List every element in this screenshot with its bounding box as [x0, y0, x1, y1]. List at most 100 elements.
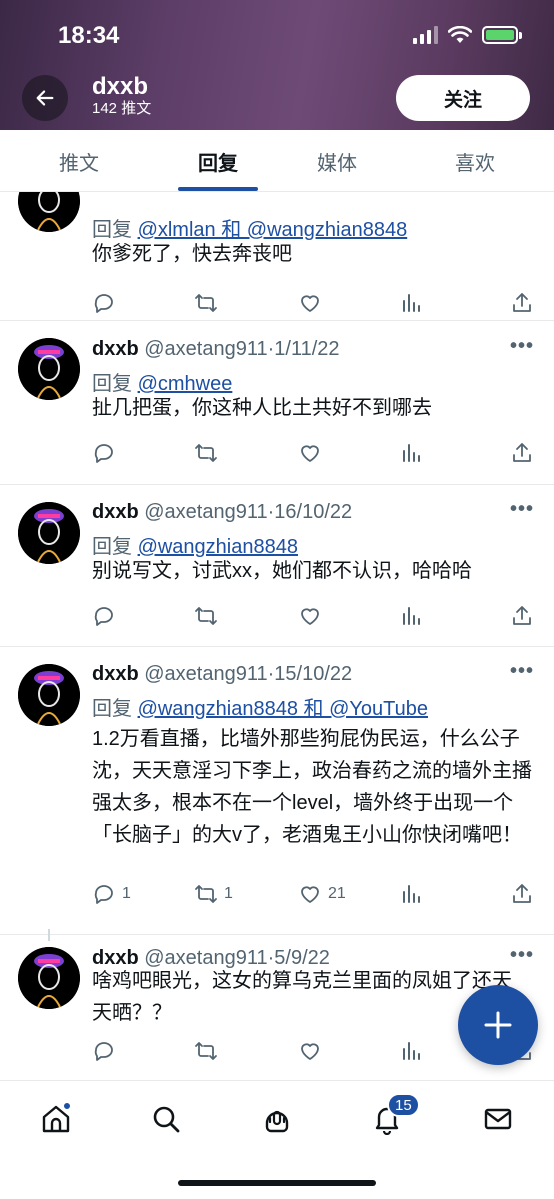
tweet-text: 别说写文，讨武xx，她们都不认识，哈哈哈	[92, 560, 472, 582]
reply-to-link[interactable]: @wangzhian8848 和 @YouTube	[138, 698, 428, 720]
plus-icon	[484, 1011, 512, 1039]
retweet-button[interactable]	[194, 1036, 224, 1066]
tab-likes[interactable]: 喜欢	[396, 130, 554, 192]
share-button[interactable]	[510, 879, 534, 909]
back-button[interactable]	[22, 75, 68, 121]
reply-button[interactable]: 1	[92, 879, 131, 909]
tweet-feed[interactable]: 回复 @xlmlan 和 @wangzhian8848 你爹死了，快去奔丧吧 d…	[0, 192, 554, 1080]
views-button[interactable]	[400, 1036, 424, 1066]
views-icon	[403, 294, 420, 312]
views-button[interactable]	[400, 879, 424, 909]
views-icon	[403, 607, 420, 625]
like-button[interactable]: 21	[298, 879, 346, 909]
views-button[interactable]	[400, 288, 424, 318]
retweet-button[interactable]	[194, 601, 224, 631]
follow-button[interactable]: 关注	[396, 75, 530, 121]
author-handle[interactable]: @axetang911	[144, 501, 267, 523]
tweet[interactable]: dxxb @axetang911·15/10/22 ••• 回复 @wangzh…	[0, 647, 554, 935]
retweet-count: 1	[224, 885, 233, 902]
author-name[interactable]: dxxb	[92, 663, 139, 685]
reply-button[interactable]	[92, 1036, 122, 1066]
retweet-button[interactable]	[194, 438, 224, 468]
status-icons	[413, 26, 522, 44]
avatar[interactable]	[18, 192, 80, 232]
share-button[interactable]	[510, 438, 534, 468]
home-indicator	[178, 1180, 376, 1186]
home-badge-dot	[62, 1101, 72, 1111]
avatar[interactable]	[18, 338, 80, 400]
more-options-icon[interactable]: •••	[510, 660, 534, 683]
like-button[interactable]	[298, 1036, 328, 1066]
reply-button[interactable]	[92, 601, 122, 631]
reply-icon	[94, 885, 113, 904]
more-options-icon[interactable]: •••	[510, 498, 534, 521]
like-button[interactable]	[298, 438, 328, 468]
retweet-button[interactable]	[194, 288, 224, 318]
reply-icon	[94, 1042, 113, 1061]
reply-icon	[94, 294, 113, 313]
reply-button[interactable]	[92, 438, 122, 468]
nav-home[interactable]	[36, 1099, 76, 1139]
avatar[interactable]	[18, 502, 80, 564]
views-icon	[403, 1042, 420, 1060]
active-tab-indicator	[178, 187, 258, 191]
compose-button[interactable]	[458, 985, 538, 1065]
search-icon	[153, 1106, 180, 1133]
posts-count: 142 推文	[92, 100, 152, 117]
heart-icon	[301, 608, 319, 625]
author-name[interactable]: dxxb	[92, 338, 139, 360]
more-options-icon[interactable]: •••	[510, 335, 534, 358]
nav-search[interactable]	[146, 1099, 186, 1139]
reply-icon	[94, 607, 113, 626]
tweet-header: dxxb @axetang911·16/10/22	[92, 501, 353, 523]
views-button[interactable]	[400, 438, 424, 468]
tweet-actions	[92, 601, 542, 631]
tweet-text: 啥鸡吧眼光，这女的算乌克兰里面的凤姐了还天天晒？？	[92, 970, 512, 1024]
retweet-icon	[195, 885, 217, 903]
thread-line	[48, 929, 50, 941]
avatar[interactable]	[18, 664, 80, 726]
signal-icon	[413, 26, 438, 44]
retweet-icon	[195, 444, 217, 462]
tab-media[interactable]: 媒体	[278, 130, 396, 192]
nav-notifications[interactable]: 15	[367, 1093, 420, 1139]
reply-to: 回复 @wangzhian8848 和 @YouTube	[92, 698, 428, 720]
tweet-header: dxxb @axetang911·1/11/22	[92, 338, 340, 360]
profile-tabs: 推文 回复 媒体 喜欢	[0, 130, 554, 192]
views-button[interactable]	[400, 601, 424, 631]
share-button[interactable]	[510, 288, 534, 318]
heart-icon	[301, 295, 319, 312]
like-button[interactable]	[298, 288, 328, 318]
more-options-icon[interactable]: •••	[510, 944, 534, 967]
tweet-date: 16/10/22	[274, 501, 353, 523]
avatar[interactable]	[18, 947, 80, 1009]
share-button[interactable]	[510, 601, 534, 631]
retweet-button[interactable]: 1	[194, 879, 233, 909]
tweet-text: 1.2万看直播，比墙外那些狗屁伪民运，什么公子沈，天天意淫习下李上，政治春药之流…	[92, 728, 532, 846]
author-handle[interactable]: @axetang911	[144, 663, 267, 685]
tab-posts[interactable]: 推文	[0, 130, 158, 192]
tweet-date: 1/11/22	[274, 338, 340, 360]
nav-spaces[interactable]	[257, 1099, 297, 1139]
tweet[interactable]: dxxb @axetang911·1/11/22 ••• 回复 @cmhwee …	[0, 321, 554, 485]
mail-icon	[484, 1108, 512, 1130]
author-handle[interactable]: @axetang911	[144, 338, 267, 360]
tweet[interactable]: dxxb @axetang911·16/10/22 ••• 回复 @wangzh…	[0, 485, 554, 647]
author-name[interactable]: dxxb	[92, 501, 139, 523]
heart-icon	[301, 1043, 319, 1060]
share-icon	[513, 293, 531, 312]
profile-header: 18:34 dxxb 142 推文 关注	[0, 0, 554, 130]
status-bar: 18:34	[0, 0, 554, 70]
tweet[interactable]: 回复 @xlmlan 和 @wangzhian8848 你爹死了，快去奔丧吧	[0, 192, 554, 321]
battery-icon	[482, 26, 522, 44]
spaces-icon	[265, 1110, 289, 1133]
tweet-text: 你爹死了，快去奔丧吧	[92, 243, 292, 265]
retweet-icon	[195, 294, 217, 312]
tab-replies[interactable]: 回复	[158, 130, 278, 192]
views-icon	[403, 444, 420, 462]
tweet-date: 15/10/22	[274, 663, 353, 685]
reply-button[interactable]	[92, 288, 122, 318]
like-button[interactable]	[298, 601, 328, 631]
views-icon	[403, 885, 420, 903]
nav-messages[interactable]	[478, 1099, 518, 1139]
